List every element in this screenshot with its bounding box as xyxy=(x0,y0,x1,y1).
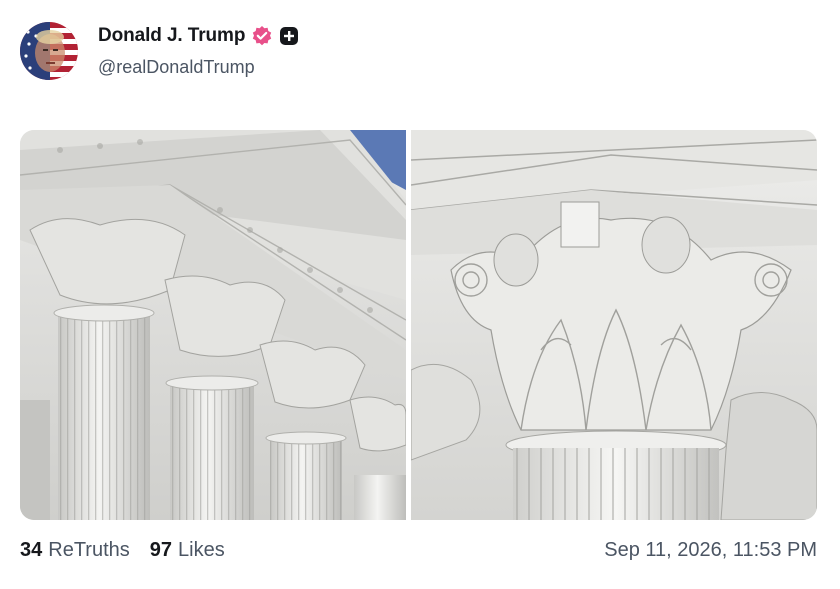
avatar[interactable] xyxy=(20,22,78,80)
retruths-count: 34 xyxy=(20,538,43,561)
post-header: Donald J. Trump @realDonaldTrump xyxy=(20,20,299,82)
likes-stat[interactable]: 97 Likes xyxy=(150,539,225,562)
media-grid xyxy=(20,130,817,520)
post-stats: 34 ReTruths 97 Likes xyxy=(20,539,245,562)
post-footer: 34 ReTruths 97 Likes Sep 11, 2026, 11:53… xyxy=(20,534,817,566)
media-image-2[interactable] xyxy=(411,130,817,520)
retruths-label: ReTruths xyxy=(48,538,130,561)
likes-count: 97 xyxy=(149,538,173,561)
handle[interactable]: @realDonaldTrump xyxy=(98,57,299,78)
likes-label: Likes xyxy=(178,538,225,561)
author-names: Donald J. Trump @realDonaldTrump xyxy=(98,24,299,78)
display-name[interactable]: Donald J. Trump xyxy=(98,25,245,47)
media-image-1[interactable] xyxy=(20,130,406,520)
name-row: Donald J. Trump xyxy=(98,24,299,48)
plus-badge-icon xyxy=(279,26,299,46)
retruths-stat[interactable]: 34 ReTruths xyxy=(20,539,130,562)
truth-post: Donald J. Trump @realDonaldTrump 34 ReTr… xyxy=(0,0,840,589)
verified-badge-icon xyxy=(251,25,273,47)
post-timestamp[interactable]: Sep 11, 2026, 11:53 PM xyxy=(604,539,817,562)
